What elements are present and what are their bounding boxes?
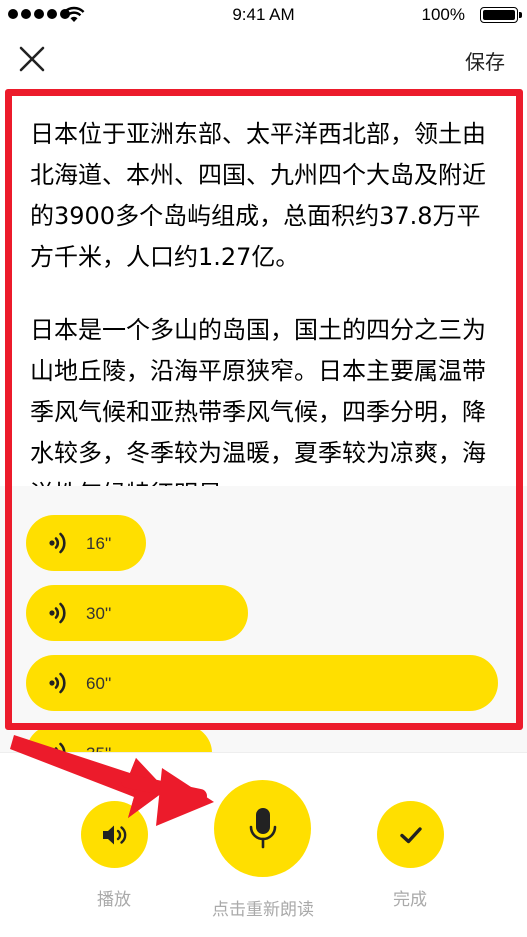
play-button[interactable] (81, 801, 148, 868)
voice-wave-icon (49, 532, 66, 554)
recording-item[interactable]: 60'' (26, 655, 498, 711)
play-label: 播放 (97, 890, 131, 910)
recording-item[interactable]: 35'' (26, 725, 212, 752)
recording-list[interactable]: 16'' 30'' 60'' 35'' (0, 486, 527, 752)
close-icon[interactable] (18, 45, 46, 73)
done-label: 完成 (393, 890, 427, 910)
recording-item[interactable]: 16'' (26, 515, 146, 571)
recording-duration: 30'' (86, 604, 112, 623)
recording-duration: 35'' (86, 744, 111, 752)
status-bar: 9:41 AM 100% (0, 0, 527, 30)
speaker-icon (102, 825, 126, 844)
reading-text-area[interactable]: 日本位于亚洲东部、太平洋西北部，领土由北海道、本州、四国、九州四个大岛及附近的3… (10, 96, 518, 488)
save-button[interactable]: 保存 (465, 46, 505, 75)
bottom-controls: 播放 点击重新朗读 完成 (0, 752, 527, 937)
voice-wave-icon (49, 602, 66, 624)
recording-item[interactable]: 30'' (26, 585, 248, 641)
battery-percentage: 100% (421, 5, 465, 24)
text-paragraph-1: 日本位于亚洲东部、太平洋西北部，领土由北海道、本州、四国、九州四个大岛及附近的3… (30, 120, 486, 271)
done-button[interactable] (377, 801, 444, 868)
text-paragraph-2: 日本是一个多山的岛国，国土的四分之三为山地丘陵，沿海平原狭窄。日本主要属温带季风… (30, 316, 486, 488)
recording-duration: 16'' (86, 534, 112, 553)
voice-wave-icon (49, 742, 66, 752)
voice-wave-icon (49, 672, 66, 694)
battery-icon (480, 7, 522, 23)
microphone-icon (249, 807, 276, 848)
checkmark-icon (399, 826, 422, 843)
record-button[interactable] (214, 780, 311, 877)
recording-duration: 60'' (86, 674, 112, 693)
record-label: 点击重新朗读 (212, 900, 314, 920)
